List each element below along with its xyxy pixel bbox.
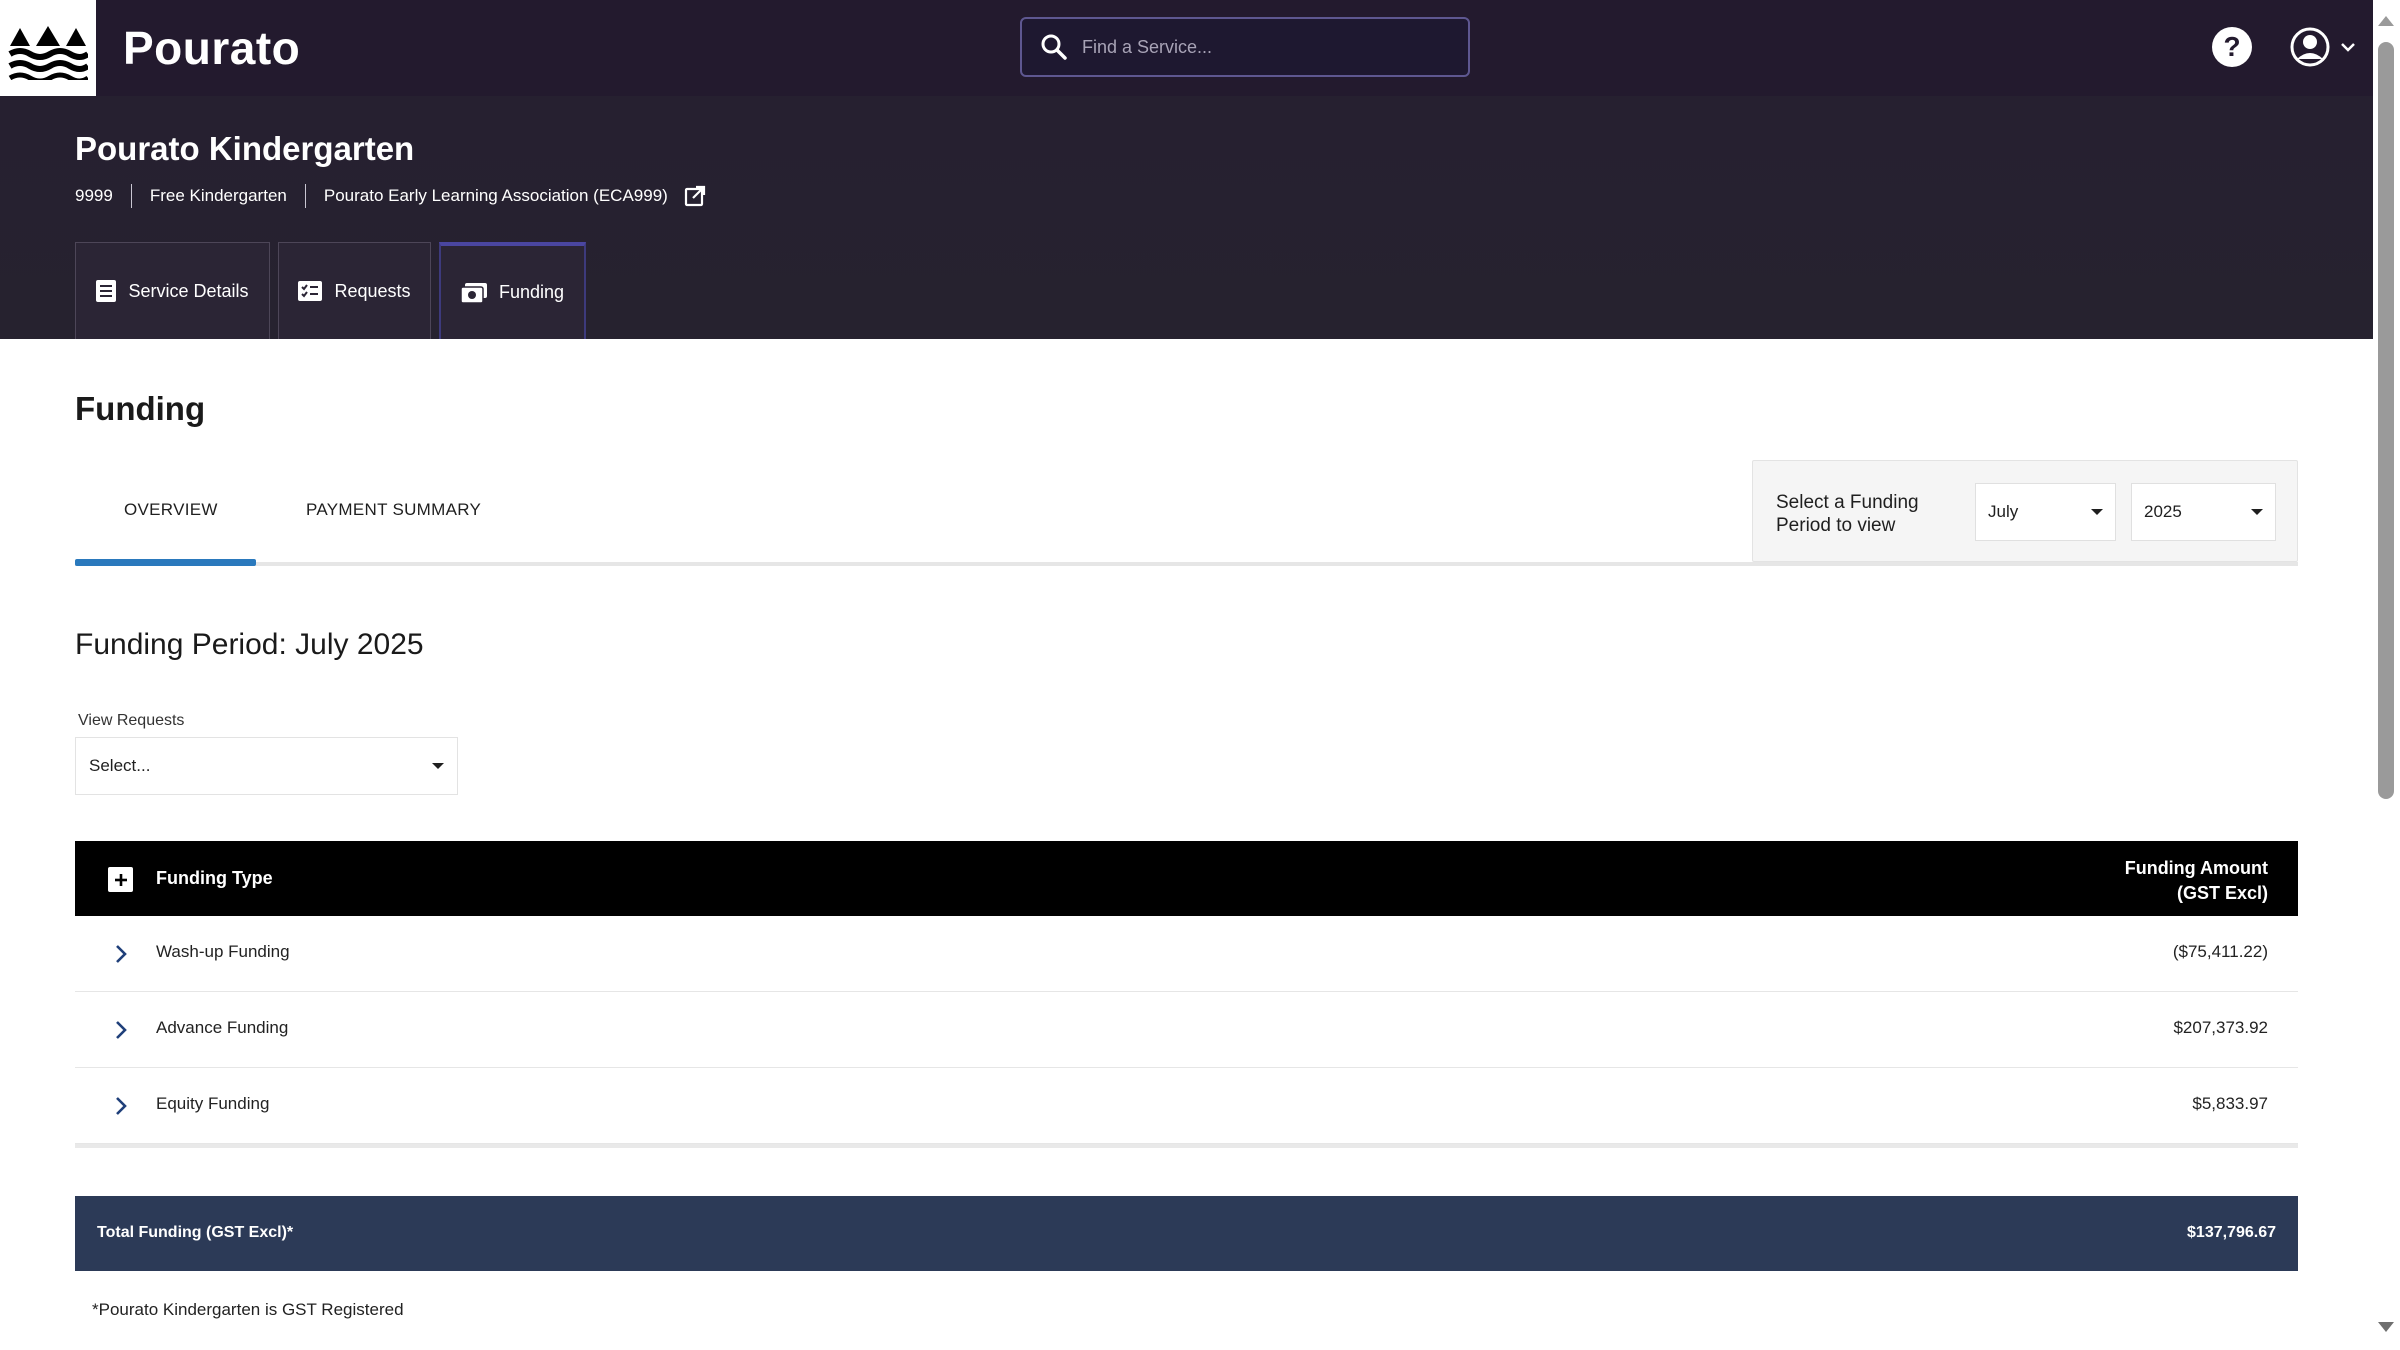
service-type: Free Kindergarten	[149, 186, 287, 205]
caret-down-icon	[2091, 509, 2103, 515]
subtab-track	[75, 562, 2298, 566]
page-title: Funding	[75, 390, 206, 427]
funding-period-title: Funding Period: July 2025	[75, 628, 424, 661]
chevron-right-icon[interactable]	[111, 1018, 131, 1042]
list-icon	[96, 280, 117, 302]
expand-all-button[interactable]	[108, 867, 133, 892]
money-icon	[460, 282, 487, 303]
month-select[interactable]: July	[1975, 483, 2116, 541]
table-row[interactable]: Equity Funding $5,833.97	[75, 1068, 2298, 1144]
service-tabs: Service Details Requests Funding	[75, 242, 586, 339]
page: Pourato ? Pourato Kindergarten 99	[0, 0, 2400, 1350]
table-header: Funding Type Funding Amount (GST Excl)	[75, 841, 2298, 916]
plus-icon	[114, 873, 127, 886]
chevron-right-icon[interactable]	[111, 942, 131, 966]
total-funding-label: Total Funding (GST Excl)*	[97, 1224, 294, 1241]
total-funding-bar: Total Funding (GST Excl)* $137,796.67	[75, 1196, 2298, 1271]
tab-label: Funding	[498, 282, 565, 302]
scroll-down-arrow-icon[interactable]	[2378, 1322, 2394, 1332]
table-row[interactable]: Wash-up Funding ($75,411.22)	[75, 916, 2298, 992]
divider	[130, 184, 132, 208]
column-header-funding-amount: Funding Amount (GST Excl)	[2125, 856, 2268, 906]
help-icon: ?	[2223, 31, 2241, 62]
year-select[interactable]: 2025	[2131, 483, 2276, 541]
view-requests-label: View Requests	[78, 712, 185, 729]
service-search[interactable]	[1020, 17, 1470, 77]
search-input[interactable]	[1082, 27, 1468, 67]
brand-logo[interactable]	[0, 0, 96, 96]
search-icon	[1041, 34, 1067, 60]
chevron-right-icon[interactable]	[111, 1094, 131, 1118]
help-button[interactable]: ?	[2212, 27, 2252, 67]
column-header-line: (GST Excl)	[2176, 883, 2268, 903]
view-requests-select[interactable]: Select...	[75, 737, 458, 795]
funding-amount-cell: $5,833.97	[2192, 1094, 2268, 1113]
month-value: July	[1988, 502, 2019, 521]
account-menu-button[interactable]	[2288, 25, 2360, 69]
funding-period-selector: Select a Funding Period to view July 202…	[1752, 460, 2298, 562]
scrollbar-thumb[interactable]	[2378, 42, 2394, 799]
tab-label: Requests	[334, 280, 411, 301]
column-header-funding-type: Funding Type	[156, 868, 273, 888]
table-bottom-border	[75, 1144, 2298, 1148]
service-meta: 9999 Free Kindergarten Pourato Early Lea…	[75, 184, 706, 208]
caret-down-icon	[432, 763, 444, 769]
service-name: Pourato Kindergarten	[75, 130, 415, 167]
service-association[interactable]: Pourato Early Learning Association (ECA9…	[324, 186, 668, 206]
funding-table: Funding Type Funding Amount (GST Excl) W…	[75, 841, 2298, 1148]
gst-note: *Pourato Kindergarten is GST Registered	[92, 1300, 404, 1319]
view-requests-value: Select...	[89, 756, 151, 775]
chevron-down-icon	[2341, 43, 2355, 52]
tab-requests[interactable]: Requests	[278, 242, 431, 339]
tab-label: Service Details	[128, 280, 249, 301]
active-subtab-indicator	[75, 559, 256, 566]
subtab-payment-summary[interactable]: PAYMENT SUMMARY	[306, 500, 481, 520]
funding-type-cell: Wash-up Funding	[156, 942, 290, 961]
funding-type-cell: Equity Funding	[156, 1094, 270, 1113]
service-id: 9999	[75, 186, 113, 205]
tab-funding[interactable]: Funding	[439, 242, 586, 339]
total-funding-amount: $137,796.67	[2187, 1224, 2276, 1241]
period-selector-label: Select a Funding Period to view	[1776, 492, 1919, 536]
checklist-icon	[298, 281, 323, 301]
tab-service-details[interactable]: Service Details	[75, 242, 270, 339]
divider	[304, 184, 306, 208]
subtab-overview[interactable]: OVERVIEW	[124, 500, 218, 520]
funding-amount-cell: ($75,411.22)	[2172, 942, 2268, 961]
column-header-line: Funding Amount	[2124, 858, 2268, 878]
caret-down-icon	[2251, 509, 2263, 515]
table-row[interactable]: Advance Funding $207,373.92	[75, 992, 2298, 1068]
year-value: 2025	[2144, 502, 2182, 521]
brand-name[interactable]: Pourato	[123, 20, 300, 76]
user-avatar-icon	[2290, 27, 2330, 67]
funding-type-cell: Advance Funding	[156, 1018, 289, 1037]
top-bar: Pourato ?	[0, 0, 2373, 96]
service-header: Pourato Kindergarten 9999 Free Kindergar…	[0, 96, 2373, 339]
external-link-icon[interactable]	[684, 185, 706, 207]
waves-logo-icon	[8, 26, 88, 80]
funding-amount-cell: $207,373.92	[2173, 1018, 2268, 1037]
scroll-up-arrow-icon[interactable]	[2378, 16, 2394, 26]
